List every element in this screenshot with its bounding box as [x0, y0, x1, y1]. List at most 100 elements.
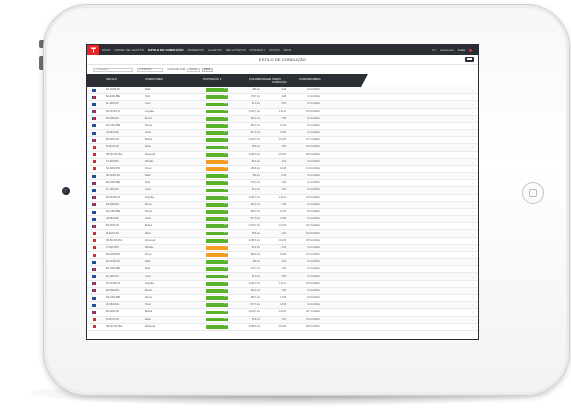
row-chevron-icon[interactable]: ›	[472, 160, 473, 164]
row-chevron-icon[interactable]: ›	[472, 253, 473, 257]
table-row[interactable]: VA-0823-DE Viorel 4.7 977.3 km 13:08 6.2 L/10…	[87, 302, 478, 310]
row-chevron-icon[interactable]: ›	[472, 210, 473, 214]
table-row[interactable]: SI-99-KX-80 Éclair 4.5 38.6 km 4:54 31.9 L/10…	[87, 230, 478, 238]
row-chevron-icon[interactable]: ›	[472, 318, 473, 322]
row-chevron-icon[interactable]: ›	[472, 145, 473, 149]
row-chevron-icon[interactable]: ›	[472, 325, 473, 329]
notification-dot-icon[interactable]	[469, 48, 472, 52]
nav-item-5[interactable]: Relatórios	[226, 48, 246, 52]
table-row[interactable]: WA-30-BX-30 Angelika 4.8 2,424.7 km 1:11:11 3…	[87, 281, 478, 288]
table-row[interactable]: WA-30-BX-30 Angelika 4.8 2,424.7 km 1:11:11 3…	[87, 195, 478, 202]
row-chevron-icon[interactable]: ›	[472, 203, 473, 207]
nav-item-1[interactable]: Painel de Gestão	[115, 48, 145, 52]
nav-lang[interactable]: PT	[432, 48, 436, 52]
table-row[interactable]: WA-30-BX-30 Angelika 4.8 2,424.7 km 1:11:11 3…	[87, 109, 478, 116]
row-chevron-icon[interactable]: ›	[472, 296, 473, 300]
table-row[interactable]: AD-00-BX-68 Malik 4.9 353 km 9:49 8.0 L/100km…	[87, 87, 478, 95]
table-row[interactable]: RA-3490-8BE Rumus 4.8 482.7 km 12:09 8.5 L/10…	[87, 295, 478, 303]
brand-logo[interactable]	[87, 45, 99, 55]
table-row[interactable]: CY-90XHKD Michelle 3.9 80.2 km 2:02 6.6 L/100…	[87, 244, 478, 252]
row-chevron-icon[interactable]: ›	[472, 131, 473, 135]
row-chevron-icon[interactable]: ›	[472, 95, 473, 99]
row-chevron-icon[interactable]: ›	[472, 267, 473, 271]
row-chevron-icon[interactable]: ›	[472, 282, 473, 286]
table-row[interactable]: BZ-2003-CB Bellura 4.6 2,610.7 km 1:11:25 32.…	[87, 137, 478, 145]
row-chevron-icon[interactable]: ›	[472, 167, 473, 171]
nav-item-3[interactable]: Reservas	[188, 48, 205, 52]
nav-item-6[interactable]: Interact	[250, 48, 265, 52]
table-row[interactable]: AD-00-BX-68 Malik 4.9 353 km 9:49 8.0 L/100km…	[87, 173, 478, 181]
row-chevron-icon[interactable]: ›	[472, 275, 473, 279]
table-row[interactable]: BA-3490-8BE Pujol 4.8 179.7 km 1:28 6.3 L/100…	[87, 266, 478, 274]
nav-item-8[interactable]: Mais	[284, 48, 292, 52]
row-chevron-icon[interactable]: ›	[472, 117, 473, 121]
nav-user[interactable]: Frota	[458, 48, 465, 52]
col-consumption[interactable]: Consumo/Média	[299, 78, 321, 82]
cell-km: 31.0 km	[251, 103, 260, 106]
table-row[interactable]: RA-580-ESC Bruson 4.8 203.1 km 7:58 9.3 L/100…	[87, 287, 478, 295]
filter-button[interactable]: Filtrar	[201, 67, 213, 72]
cell-km: 31.0 km	[251, 275, 260, 278]
table-row[interactable]: SL-1032-NH Jusol 4.8 31.0 km 0:56 9.3 L/100km…	[87, 187, 478, 195]
nav-item-4[interactable]: Alertas	[208, 48, 222, 52]
row-chevron-icon[interactable]: ›	[472, 232, 473, 236]
table-row[interactable]: BZ-2003-CB Bellura 4.6 2,610.7 km 1:11:25 32.…	[87, 223, 478, 231]
nav-item-0[interactable]: Mapa	[102, 48, 111, 52]
col-km[interactable]: Quilometragem	[249, 78, 271, 82]
row-chevron-icon[interactable]: ›	[472, 188, 473, 192]
score-value: 4.9	[223, 88, 227, 91]
table-row[interactable]: RA-3490-8BE Rumus 4.8 482.7 km 12:09 8.5 L/10…	[87, 209, 478, 217]
nav-assistant[interactable]: Assistente	[440, 48, 454, 52]
table-row[interactable]: BA-3490-8BE Pujol 4.8 179.7 km 1:28 6.3 L/100…	[87, 180, 478, 188]
row-chevron-icon[interactable]: ›	[472, 124, 473, 128]
table-row[interactable]: RA-3490-8BE Rumus 4.8 482.7 km 12:09 8.5 L/10…	[87, 123, 478, 131]
col-time[interactable]: Tempo Condução	[272, 78, 287, 85]
table-row[interactable]: HR-80-XW-PLE Roosevelt 4.5 2,495.3 km 1:19:2…	[87, 152, 478, 159]
table-row[interactable]: SL-1032-NH Jusol 4.8 31.0 km 0:56 9.3 L/100km…	[87, 101, 478, 109]
date-picker[interactable]: 27/08/2019	[137, 67, 163, 72]
row-chevron-icon[interactable]: ›	[472, 174, 473, 178]
nav-item-7[interactable]: Notas	[269, 48, 279, 52]
table-row[interactable]: CY-90XHKD Michelle 3.9 80.2 km 2:02 6.6 L/100…	[87, 158, 478, 166]
cell-km: 977.3 km	[250, 218, 260, 221]
score-bar: 4.8	[206, 195, 228, 200]
score-bar: 4.5	[206, 145, 228, 150]
export-button[interactable]	[465, 57, 474, 62]
row-chevron-icon[interactable]: ›	[472, 110, 473, 114]
row-chevron-icon[interactable]: ›	[472, 88, 473, 92]
search-input[interactable]: ⌕ Pesquisar	[93, 67, 133, 72]
row-chevron-icon[interactable]: ›	[472, 224, 473, 228]
row-chevron-icon[interactable]: ›	[472, 246, 473, 250]
table-row[interactable]: RA-580-ESC Bruson 4.8 203.1 km 7:58 9.3 L/100…	[87, 201, 478, 209]
row-chevron-icon[interactable]: ›	[472, 181, 473, 185]
table-row[interactable]: AD-00-BX-68 Malik 4.9 353 km 9:49 8.0 L/100km…	[87, 259, 478, 267]
table-row[interactable]: SI-99-KX-80 Éclair 4.5 38.6 km 4:54 31.9 L/10…	[87, 144, 478, 152]
table-row[interactable]: SD-8000XHR Punyo 3.8 409.3 km 16:28 10.3 L/10…	[87, 166, 478, 174]
row-chevron-icon[interactable]: ›	[472, 102, 473, 106]
row-chevron-icon[interactable]: ›	[472, 303, 473, 307]
col-driver[interactable]: Condutores	[145, 78, 163, 82]
table-row[interactable]: HR-80-XW-PLE Roosevelt 4.5 2,495.3 km 1:19:2…	[87, 238, 478, 245]
home-button[interactable]	[522, 182, 544, 204]
row-chevron-icon[interactable]: ›	[472, 289, 473, 293]
row-chevron-icon[interactable]: ›	[472, 196, 473, 200]
table-row[interactable]: VA-0823-DE Viorel 4.7 977.3 km 13:08 6.2 L/10…	[87, 216, 478, 224]
table-row[interactable]: BZ-2003-CB Bellura 4.6 2,610.7 km 1:11:25 32.…	[87, 309, 478, 317]
col-score[interactable]: Pontuação ▼	[203, 78, 222, 82]
row-chevron-icon[interactable]: ›	[472, 138, 473, 142]
table-row[interactable]: SD-8000XHR Punyo 3.8 409.3 km 16:28 10.3 L/10…	[87, 252, 478, 260]
row-chevron-icon[interactable]: ›	[472, 217, 473, 221]
table-row[interactable]: VA-0823-DE Viorel 4.7 977.3 km 13:08 6.2 L/10…	[87, 130, 478, 138]
nav-item-2[interactable]: Estilo de Condução	[148, 48, 183, 52]
group-by-select[interactable]: Veículo	[187, 67, 200, 72]
row-chevron-icon[interactable]: ›	[472, 310, 473, 314]
row-chevron-icon[interactable]: ›	[472, 153, 473, 157]
row-chevron-icon[interactable]: ›	[472, 239, 473, 243]
table-row[interactable]: SI-99-KX-80 Éclair 4.5 38.6 km 4:54 31.9 L/10…	[87, 316, 478, 324]
table-row[interactable]: SL-1032-NH Jusol 4.8 31.0 km 0:56 9.3 L/100km…	[87, 273, 478, 281]
table-row[interactable]: BA-3490-8BE Pujol 4.8 179.7 km 1:28 6.3 L/100…	[87, 94, 478, 102]
table-row[interactable]: RA-580-ESC Bruson 4.8 203.1 km 7:58 9.3 L/100…	[87, 115, 478, 123]
row-chevron-icon[interactable]: ›	[472, 260, 473, 264]
table-row[interactable]: HR-80-XW-PLE Roosevelt 4.5 2,495.3 km 1:19:2…	[87, 324, 478, 331]
col-vehicle[interactable]: Veículo	[106, 78, 117, 82]
